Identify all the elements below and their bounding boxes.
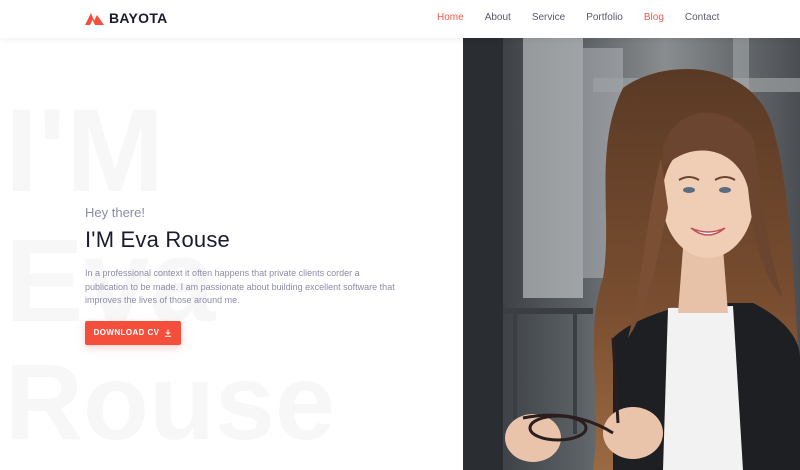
background-word-1: I'M (5, 85, 165, 217)
brand-logo[interactable]: BAYOTA (85, 10, 168, 26)
main-nav: Home About Service Portfolio Blog Contac… (437, 12, 740, 23)
hero-greeting: Hey there! (85, 205, 145, 220)
portrait-illustration (463, 38, 800, 470)
nav-about[interactable]: About (485, 12, 511, 23)
nav-home[interactable]: Home (437, 12, 464, 23)
background-word-3: Rouse (5, 341, 336, 462)
brand-name: BAYOTA (109, 10, 168, 26)
nav-service[interactable]: Service (532, 12, 565, 23)
hero-name: I'M Eva Rouse (85, 227, 230, 252)
download-cv-label: DOWNLOAD CV (93, 328, 160, 337)
nav-portfolio[interactable]: Portfolio (586, 12, 623, 23)
hero-section: Hey there! I'M Eva Rouse In a profession… (85, 205, 425, 345)
mountain-logo-icon (85, 13, 104, 25)
hero-description: In a professional context it often happe… (85, 268, 395, 305)
download-icon (165, 329, 172, 337)
download-cv-button[interactable]: DOWNLOAD CV (85, 320, 181, 345)
nav-blog[interactable]: Blog (644, 12, 664, 23)
nav-contact[interactable]: Contact (685, 12, 719, 23)
portrait-photo (463, 38, 800, 470)
site-header: BAYOTA Home About Service Portfolio Blog… (0, 0, 800, 38)
